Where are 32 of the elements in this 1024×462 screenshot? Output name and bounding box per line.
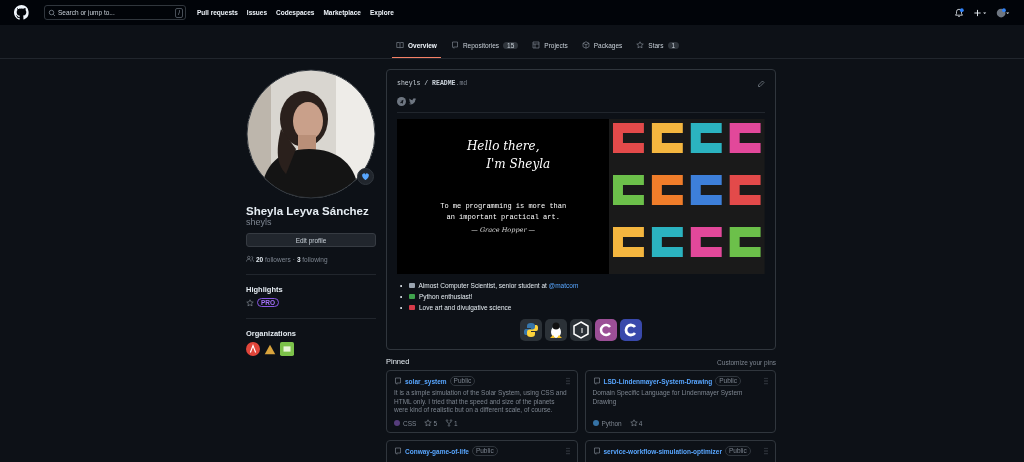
profile-name: Sheyla Leyva Sánchez <box>246 205 370 217</box>
drag-handle-icon[interactable] <box>565 377 570 385</box>
bird-icon[interactable] <box>408 97 417 106</box>
repo-icon <box>450 41 459 49</box>
repo-icon <box>592 447 601 455</box>
package-icon <box>581 41 590 49</box>
repo-icon <box>394 447 402 455</box>
star-icon <box>636 41 645 49</box>
github-logo[interactable] <box>14 5 29 20</box>
repo-icon <box>592 377 601 385</box>
avatar-icon[interactable] <box>996 7 1010 18</box>
search-icon <box>48 8 56 17</box>
python-logo <box>520 319 542 341</box>
book-icon <box>396 41 404 49</box>
penguin-icon <box>545 319 567 341</box>
plus-icon[interactable] <box>973 7 987 18</box>
star-icon <box>246 298 254 307</box>
organization-icon[interactable] <box>246 342 260 356</box>
banner-greeting: I'm Sheyla <box>486 156 551 173</box>
table-icon <box>532 41 541 49</box>
csharp-logo <box>595 319 617 341</box>
repo-icon <box>394 377 402 385</box>
drag-handle-icon[interactable] <box>565 447 570 455</box>
people-icon <box>246 255 254 263</box>
pencil-icon[interactable] <box>757 79 765 88</box>
bell-icon[interactable] <box>954 7 964 18</box>
terminal-icon <box>570 319 592 341</box>
status-badge[interactable] <box>357 168 374 185</box>
c-logo <box>620 319 642 341</box>
username: sheyls <box>246 217 272 227</box>
telegram-icon[interactable] <box>397 97 406 106</box>
banner-greeting: Hello there, <box>466 138 540 155</box>
